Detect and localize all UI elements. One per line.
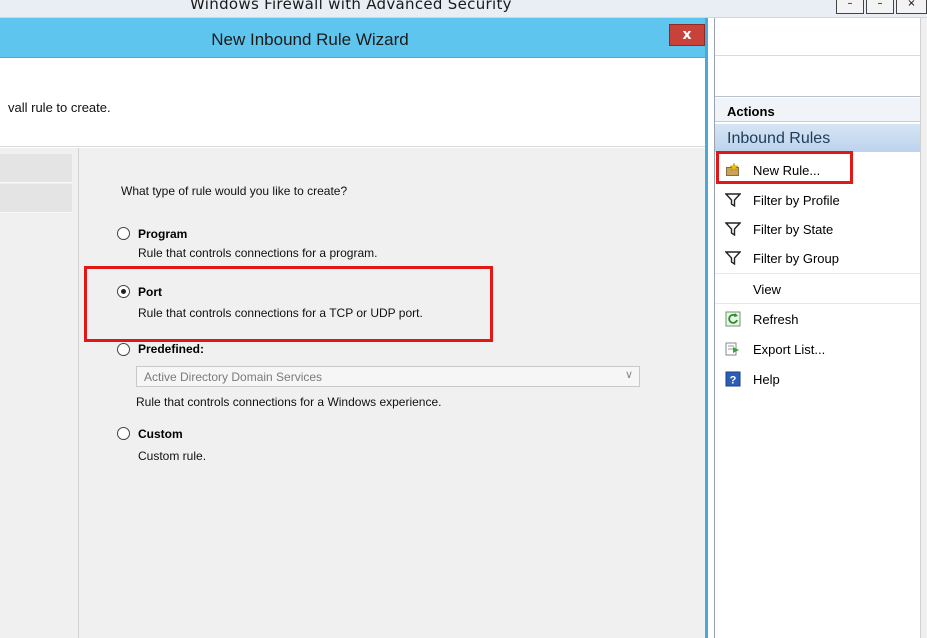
- actions-divider: [715, 273, 927, 274]
- background-window-titlebar: Windows Firewall with Advanced Security …: [0, 0, 927, 18]
- filter-icon: [724, 192, 742, 208]
- wizard-header: vall rule to create.: [0, 58, 708, 147]
- maximize-button[interactable]: –: [866, 0, 894, 14]
- action-label: Filter by Group: [753, 251, 839, 266]
- actions-scrollbar[interactable]: [920, 18, 927, 638]
- actions-toolbar-area: [715, 18, 927, 96]
- wizard-close-button[interactable]: x: [669, 24, 705, 46]
- actions-divider: [715, 303, 927, 304]
- help-icon: ?: [725, 371, 741, 387]
- wizard-step-item[interactable]: [0, 184, 72, 213]
- program-option-description: Rule that controls connections for a pro…: [138, 246, 378, 260]
- predefined-option-label[interactable]: Predefined:: [138, 342, 204, 356]
- predefined-radio[interactable]: [117, 343, 130, 356]
- new-rule-highlight-box: [716, 151, 853, 184]
- window-close-button[interactable]: ×: [896, 0, 927, 14]
- action-view[interactable]: View: [721, 277, 921, 303]
- predefined-select[interactable]: Active Directory Domain Services ∨: [136, 366, 640, 387]
- action-label: View: [753, 282, 781, 297]
- close-icon: x: [682, 27, 692, 43]
- port-highlight-box: [84, 266, 493, 342]
- program-radio[interactable]: [117, 227, 130, 240]
- actions-header: Actions: [715, 98, 927, 122]
- program-option-label[interactable]: Program: [138, 227, 187, 241]
- inbound-rules-section[interactable]: Inbound Rules: [715, 124, 927, 152]
- action-filter-by-state[interactable]: Filter by State: [721, 217, 921, 243]
- chevron-down-icon: ∨: [624, 368, 633, 381]
- background-window-title: Windows Firewall with Advanced Security: [190, 0, 512, 13]
- svg-text:?: ?: [730, 375, 737, 387]
- filter-icon: [724, 221, 742, 237]
- action-export-list[interactable]: Export List...: [721, 337, 921, 363]
- export-icon: [725, 341, 741, 357]
- rule-type-question: What type of rule would you like to crea…: [121, 184, 348, 198]
- action-filter-by-profile[interactable]: Filter by Profile: [721, 188, 921, 214]
- action-filter-by-group[interactable]: Filter by Group: [721, 246, 921, 272]
- actions-pane: Actions Inbound Rules New Rule... Filter…: [714, 18, 927, 638]
- toolbar-divider: [715, 96, 927, 97]
- action-refresh[interactable]: Refresh: [721, 307, 921, 333]
- wizard-content-panel: What type of rule would you like to crea…: [78, 148, 708, 638]
- action-label: Filter by State: [753, 222, 834, 237]
- action-label: Filter by Profile: [753, 193, 840, 208]
- action-label: Export List...: [753, 342, 826, 357]
- custom-option-description: Custom rule.: [138, 449, 207, 463]
- wizard-border: [705, 18, 708, 638]
- action-label: Refresh: [753, 312, 799, 327]
- predefined-option-description: Rule that controls connections for a Win…: [136, 395, 442, 409]
- wizard-step-item[interactable]: [0, 154, 72, 183]
- custom-option-label[interactable]: Custom: [138, 427, 183, 441]
- filter-icon: [724, 250, 742, 266]
- predefined-select-value: Active Directory Domain Services: [144, 370, 323, 384]
- wizard-steps: [0, 148, 78, 638]
- wizard-body: What type of rule would you like to crea…: [0, 148, 708, 638]
- wizard-header-text: vall rule to create.: [8, 100, 111, 115]
- wizard-title: New Inbound Rule Wizard: [211, 30, 409, 49]
- action-help[interactable]: ? Help: [721, 367, 921, 393]
- refresh-icon: [725, 311, 741, 327]
- custom-radio[interactable]: [117, 427, 130, 440]
- minimize-button[interactable]: –: [836, 0, 864, 14]
- wizard-titlebar[interactable]: New Inbound Rule Wizard x: [0, 18, 708, 58]
- action-label: Help: [753, 372, 780, 387]
- toolbar-divider: [715, 55, 927, 56]
